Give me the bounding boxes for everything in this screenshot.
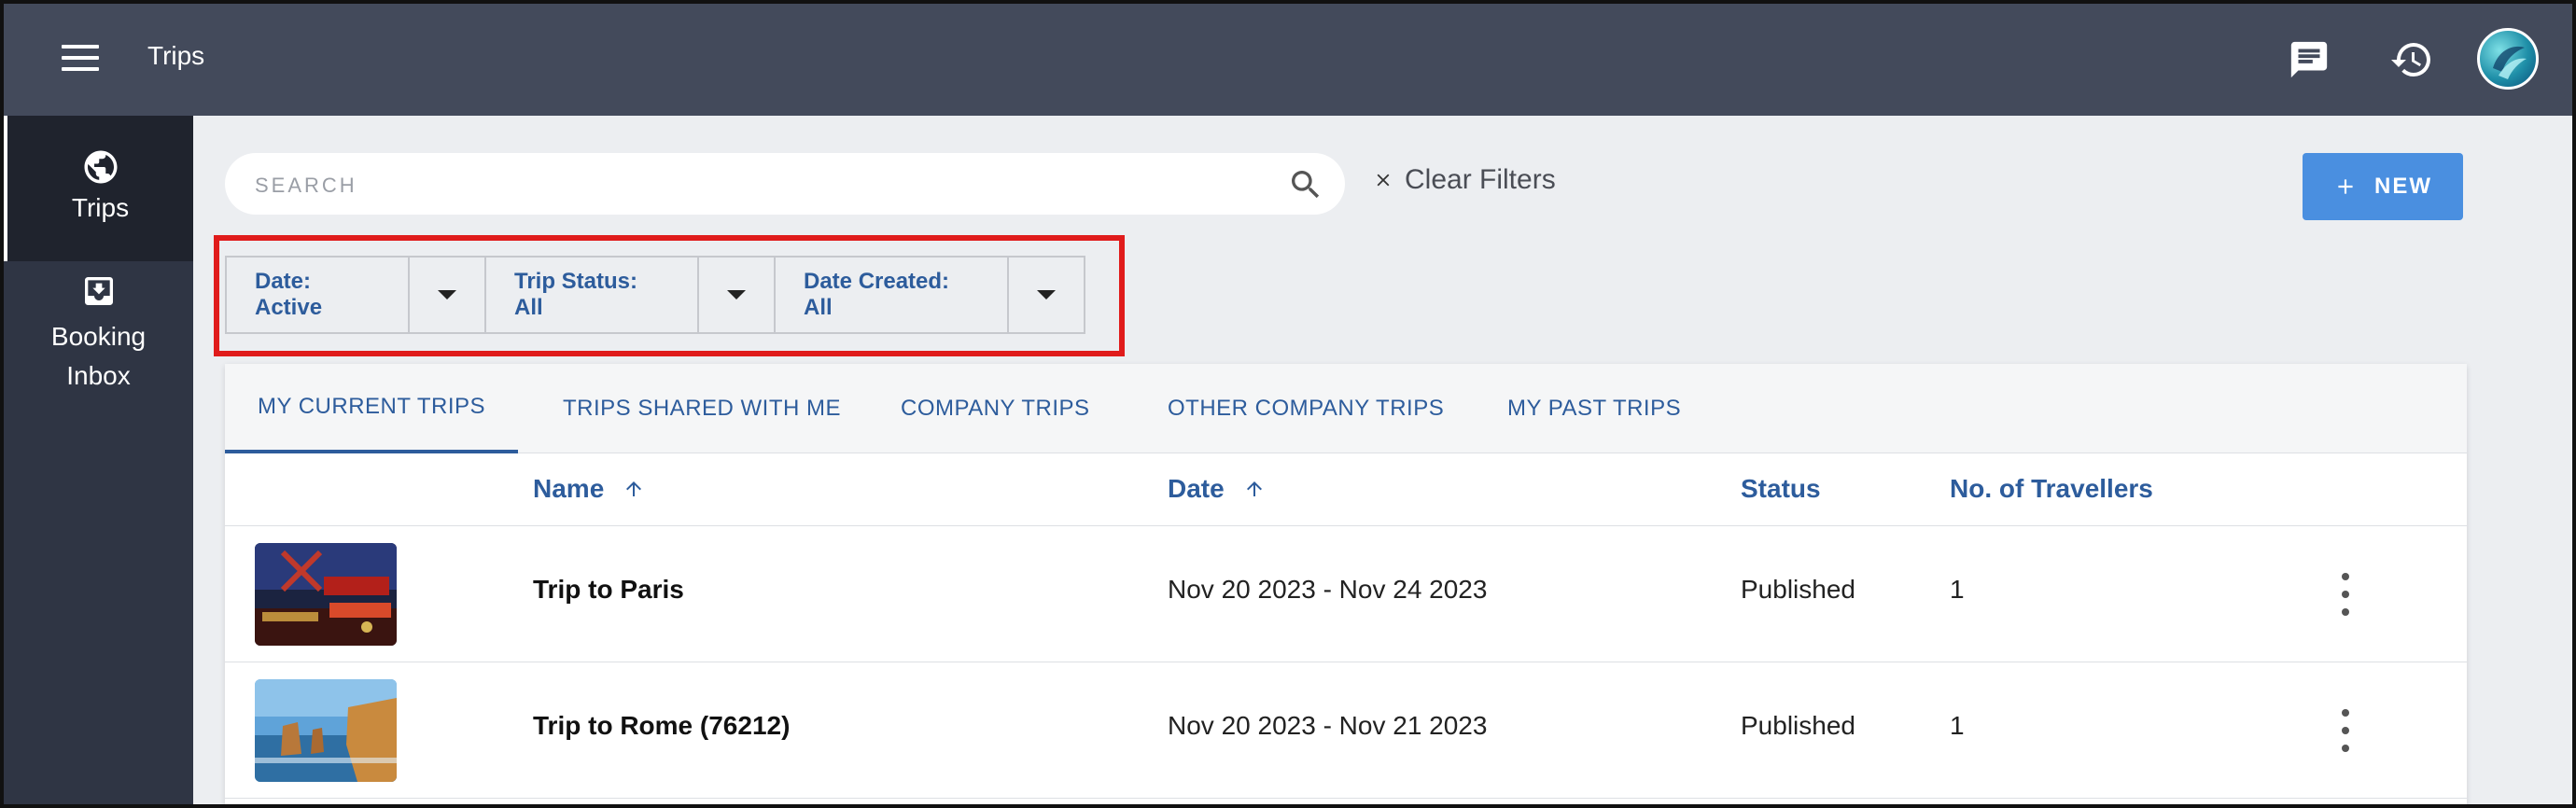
trip-name[interactable]: Trip to Paris <box>533 575 684 605</box>
table-header: Name Date Status No. of Travellers <box>225 453 2467 526</box>
caret-down-icon <box>438 290 456 300</box>
coastal-cliffs-image <box>255 679 397 782</box>
trips-panel: MY CURRENT TRIPS TRIPS SHARED WITH ME CO… <box>225 364 2467 804</box>
arrow-up-icon <box>626 481 642 496</box>
trip-date: Nov 20 2023 - Nov 21 2023 <box>1168 711 1488 740</box>
filter-bar: Date: Active Trip Status: All Date Creat… <box>225 256 1085 334</box>
sidebar: Trips Booking Inbox <box>4 116 193 804</box>
sidebar-item-label: Booking Inbox <box>50 322 147 390</box>
plus-icon <box>2338 179 2353 194</box>
table-row[interactable]: Trip to Paris Nov 20 2023 - Nov 24 2023 … <box>225 526 2467 662</box>
app-window: Trips Trips Booking Inbox SEARCH Clear F… <box>0 0 2576 808</box>
new-button[interactable]: NEW <box>2303 153 2463 220</box>
trip-status: Published <box>1741 575 1855 604</box>
filter-date-created: Date Created: All <box>776 258 1084 332</box>
sidebar-item-trips[interactable]: Trips <box>4 116 193 261</box>
globe-icon <box>7 147 193 188</box>
caret-down-icon <box>727 290 746 300</box>
avatar[interactable] <box>2477 28 2539 90</box>
search-placeholder: SEARCH <box>255 174 357 197</box>
sidebar-item-label: Trips <box>71 193 130 222</box>
trip-status: Published <box>1741 711 1855 740</box>
trip-date: Nov 20 2023 - Nov 24 2023 <box>1168 575 1488 604</box>
trip-travellers: 1 <box>1950 711 1965 740</box>
close-icon <box>1377 174 1390 187</box>
trip-travellers: 1 <box>1950 575 1965 604</box>
filter-date-dropdown[interactable] <box>410 258 484 332</box>
filter-trip-status: Trip Status: All <box>486 258 776 332</box>
tab-bar: MY CURRENT TRIPS TRIPS SHARED WITH ME CO… <box>225 364 2467 453</box>
new-button-label: NEW <box>2374 174 2432 199</box>
tab-my-current-trips[interactable]: MY CURRENT TRIPS <box>225 364 518 453</box>
search-input[interactable]: SEARCH <box>225 153 1345 215</box>
column-header-label: Date <box>1168 474 1225 503</box>
top-bar: Trips <box>4 4 2572 116</box>
main-content: SEARCH Clear Filters NEW Date: Active Tr… <box>193 116 2572 804</box>
caret-down-icon <box>1037 290 1056 300</box>
chat-icon[interactable] <box>2283 34 2335 86</box>
tab-my-past-trips[interactable]: MY PAST TRIPS <box>1507 364 1681 453</box>
table-row[interactable]: Trip to Rome (76212) Nov 20 2023 - Nov 2… <box>225 662 2467 799</box>
column-header-label: No. of Travellers <box>1950 474 2153 503</box>
column-header-status[interactable]: Status <box>1741 474 1821 504</box>
filter-date-label[interactable]: Date: Active <box>227 258 410 332</box>
more-options-icon[interactable] <box>2336 573 2355 616</box>
arrow-up-icon <box>1246 481 1262 496</box>
paris-moulin-rouge-image <box>255 543 397 646</box>
column-header-travellers[interactable]: No. of Travellers <box>1950 474 2153 504</box>
column-header-date[interactable]: Date <box>1168 474 1266 504</box>
filter-date-created-dropdown[interactable] <box>1009 258 1084 332</box>
filter-date-created-label[interactable]: Date Created: All <box>776 258 1009 332</box>
column-header-label: Status <box>1741 474 1821 503</box>
filter-trip-status-dropdown[interactable] <box>699 258 774 332</box>
menu-icon[interactable] <box>62 45 99 75</box>
search-icon[interactable] <box>1287 166 1324 203</box>
column-header-label: Name <box>533 474 605 503</box>
more-options-icon[interactable] <box>2336 709 2355 752</box>
filter-date: Date: Active <box>227 258 486 332</box>
filter-trip-status-label[interactable]: Trip Status: All <box>486 258 699 332</box>
tab-company-trips[interactable]: COMPANY TRIPS <box>901 364 1090 453</box>
sidebar-item-booking-inbox[interactable]: Booking Inbox <box>4 269 193 399</box>
inbox-download-icon <box>4 272 193 317</box>
trip-name[interactable]: Trip to Rome (76212) <box>533 711 790 741</box>
tab-other-company-trips[interactable]: OTHER COMPANY TRIPS <box>1168 364 1444 453</box>
history-icon[interactable] <box>2386 34 2438 86</box>
tab-trips-shared-with-me[interactable]: TRIPS SHARED WITH ME <box>563 364 841 453</box>
clear-filters-label: Clear Filters <box>1405 164 1556 195</box>
column-header-name[interactable]: Name <box>533 474 645 504</box>
clear-filters-button[interactable]: Clear Filters <box>1373 164 1556 196</box>
page-title: Trips <box>147 41 205 70</box>
